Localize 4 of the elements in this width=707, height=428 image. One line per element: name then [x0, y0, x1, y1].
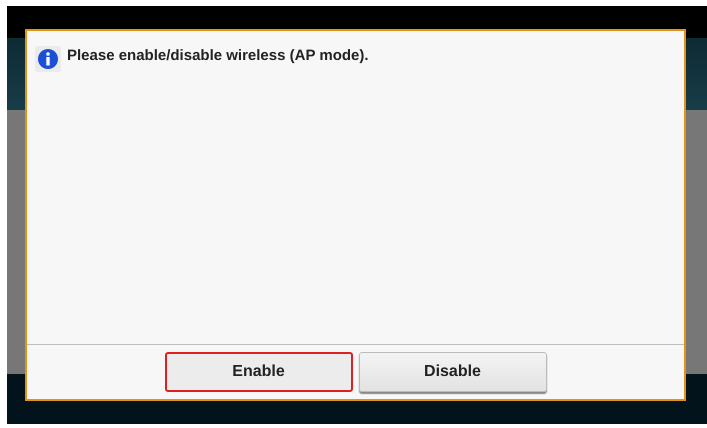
- info-icon: [35, 46, 61, 72]
- dialog-button[interactable]: Enable: [164, 352, 352, 392]
- message-text: Please enable/disable wireless (AP mode).: [67, 46, 369, 64]
- dialog-button[interactable]: Disable: [358, 352, 546, 392]
